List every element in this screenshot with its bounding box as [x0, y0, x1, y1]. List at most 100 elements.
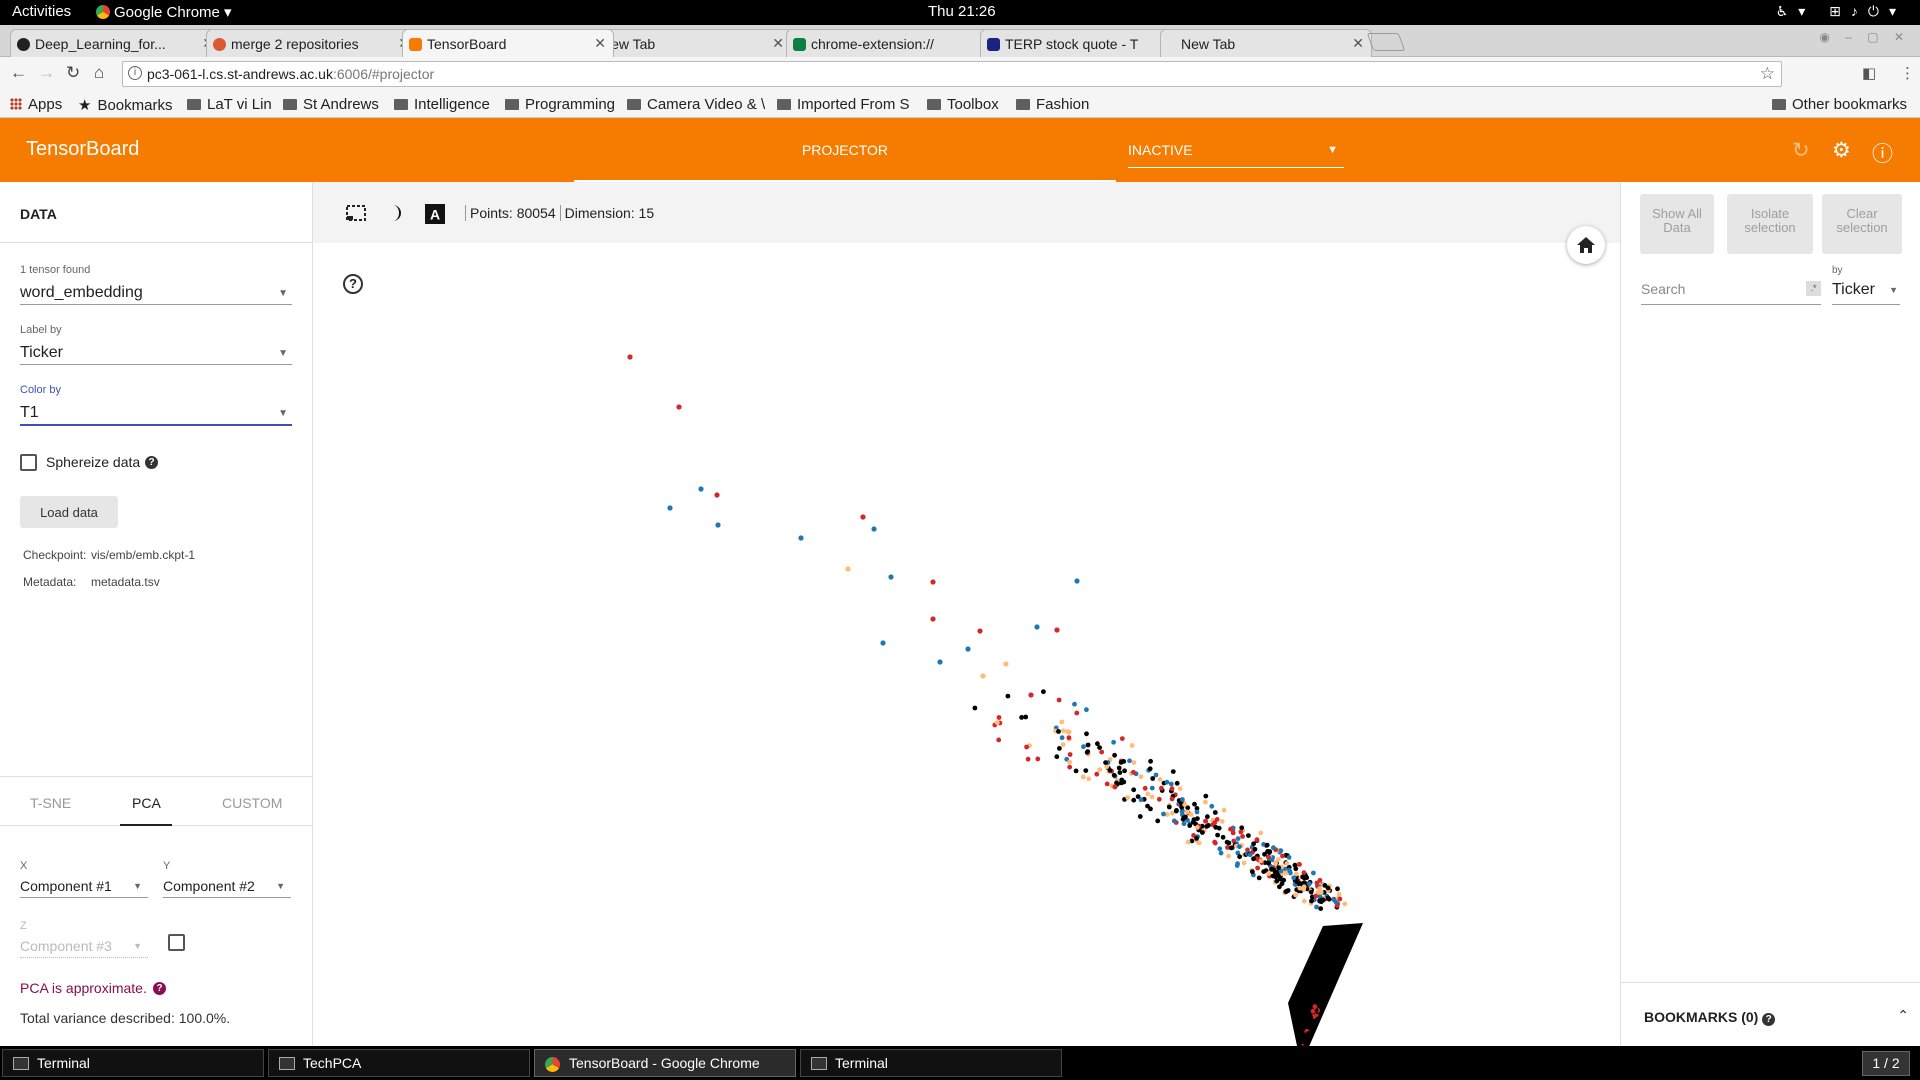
scatter-point[interactable] [1112, 784, 1118, 790]
scatter-point[interactable] [1074, 578, 1080, 584]
scatter-point[interactable] [1122, 768, 1127, 774]
scatter-point[interactable] [1067, 752, 1073, 757]
scatter-point[interactable] [1235, 836, 1241, 841]
app-menu[interactable]: Google Chrome ▾ [96, 3, 232, 21]
color-by-select[interactable]: Color by T1 ▼ [20, 384, 292, 426]
scatter-point[interactable] [1278, 848, 1284, 854]
scatter-point[interactable] [1286, 855, 1292, 860]
scatter-point[interactable] [1125, 795, 1131, 800]
help-icon[interactable]: ? [1762, 1013, 1776, 1026]
taskbar-item[interactable]: TechPCA [268, 1049, 530, 1077]
back-icon[interactable]: ← [10, 63, 27, 83]
scatter-point[interactable] [1293, 892, 1298, 898]
scatter-point[interactable] [1277, 884, 1282, 890]
scatter-point[interactable] [1164, 779, 1170, 785]
workspace-switcher[interactable]: 1 / 2 [1862, 1051, 1910, 1076]
scatter-point[interactable] [1237, 854, 1242, 860]
scatter-point[interactable] [1246, 833, 1251, 838]
show-all-data-button[interactable]: Show All Data [1640, 194, 1714, 254]
scatter-point[interactable] [1226, 853, 1231, 859]
scatter-point[interactable] [1203, 799, 1208, 805]
scatter-point[interactable] [1310, 1008, 1316, 1014]
night-mode-icon[interactable] [387, 204, 405, 225]
scatter-plot[interactable] [313, 243, 1620, 1046]
scatter-point[interactable] [1342, 901, 1348, 907]
scatter-point[interactable] [1111, 772, 1117, 778]
scatter-point[interactable] [1061, 728, 1066, 734]
scatter-point[interactable] [1237, 844, 1242, 850]
scatter-point[interactable] [1137, 814, 1143, 819]
new-tab-button[interactable] [1366, 33, 1406, 51]
scatter-point[interactable] [1264, 842, 1270, 848]
scatter-point[interactable] [1276, 865, 1281, 870]
other-bookmarks[interactable]: Other bookmarks [1772, 96, 1907, 113]
scatter-point[interactable] [1276, 857, 1281, 862]
scatter-point[interactable] [1086, 776, 1092, 782]
scatter-point[interactable] [714, 492, 720, 498]
scatter-point[interactable] [1326, 896, 1332, 902]
scatter-point[interactable] [1059, 735, 1065, 741]
scatter-point[interactable] [1212, 820, 1218, 826]
scatter-point[interactable] [1149, 785, 1155, 791]
scatter-point[interactable] [1185, 839, 1191, 845]
scatter-point[interactable] [1145, 791, 1151, 797]
scatter-point[interactable] [1171, 818, 1177, 824]
scatter-point[interactable] [1256, 875, 1262, 881]
scatter-point[interactable] [1111, 739, 1116, 745]
scatter-point[interactable] [1220, 834, 1226, 840]
scatter-point[interactable] [1206, 823, 1211, 828]
scatter-point[interactable] [930, 616, 936, 622]
scatter-point[interactable] [1112, 752, 1117, 758]
scatter-point[interactable] [1252, 846, 1258, 852]
scatter-point[interactable] [1129, 743, 1135, 748]
scatter-point[interactable] [1054, 754, 1060, 760]
scatter-point[interactable] [1187, 823, 1193, 828]
scatter-point[interactable] [1336, 891, 1342, 897]
scatter-point[interactable] [1308, 889, 1314, 895]
scatter-point[interactable] [1035, 756, 1041, 762]
scatter-point[interactable] [1085, 742, 1091, 748]
scatter-point[interactable] [1335, 886, 1340, 892]
scatter-point[interactable] [1247, 852, 1253, 858]
scatter-point[interactable] [1280, 853, 1285, 859]
scatter-point[interactable] [1194, 809, 1200, 815]
scatter-point[interactable] [1060, 742, 1066, 747]
scatter-point[interactable] [1238, 829, 1244, 835]
scatter-point[interactable] [1142, 785, 1148, 791]
scatter-point[interactable] [1138, 797, 1144, 803]
bookmark-folder[interactable]: Intelligence [394, 96, 490, 113]
scatter-point[interactable] [1067, 759, 1072, 765]
scatter-point[interactable] [1203, 818, 1209, 824]
gear-icon[interactable]: ⚙ [1832, 138, 1851, 163]
scatter-point[interactable] [1283, 889, 1289, 894]
y-component-select[interactable]: Y Component #2 ▼ [163, 860, 291, 898]
scatter-point[interactable] [1081, 744, 1086, 750]
scatter-point[interactable] [1269, 866, 1274, 872]
bookmarks-section[interactable]: BOOKMARKS (0) ? ⌃ [1621, 982, 1920, 1046]
scatter-point[interactable] [1297, 1040, 1303, 1045]
scatter-point[interactable] [1170, 769, 1176, 774]
scatter-point[interactable] [1074, 710, 1080, 716]
help-icon[interactable]: ? [145, 456, 158, 469]
close-icon[interactable]: ✕ [772, 35, 784, 52]
scatter-point[interactable] [880, 640, 886, 646]
scatter-point[interactable] [1287, 868, 1293, 874]
scatter-point[interactable] [1073, 768, 1079, 774]
scatter-point[interactable] [1085, 749, 1091, 754]
activities-button[interactable]: Activities [12, 3, 71, 20]
scatter-point[interactable] [1300, 1035, 1306, 1040]
menu-icon[interactable]: ⋮ [1900, 64, 1915, 82]
scatter-point[interactable] [1157, 777, 1163, 782]
scatter-point[interactable] [1311, 870, 1316, 876]
scatter-point[interactable] [1097, 745, 1102, 750]
scatter-point[interactable] [1104, 781, 1110, 787]
browser-tab[interactable]: TensorBoard ✕ [402, 29, 614, 57]
scatter-point[interactable] [1284, 861, 1290, 866]
scatter-point[interactable] [1168, 781, 1174, 787]
scatter-point[interactable] [1261, 869, 1267, 874]
scatter-point[interactable] [1041, 689, 1046, 695]
window-controls[interactable]: ◉ – ▢ ✕ [1819, 30, 1910, 44]
scatter-point[interactable] [937, 659, 943, 665]
tab-pca[interactable]: PCA [132, 795, 161, 811]
scatter-point[interactable] [1094, 771, 1100, 777]
